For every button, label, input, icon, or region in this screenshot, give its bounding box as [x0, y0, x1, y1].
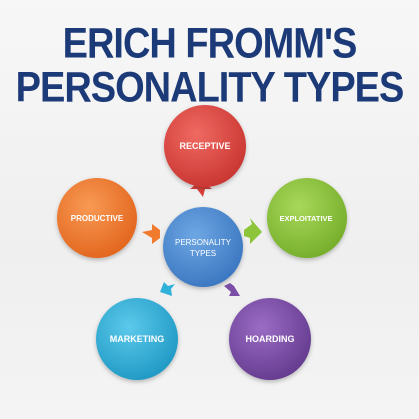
- arrow-to-exploitative: [244, 218, 262, 244]
- arrow-to-productive: [142, 224, 160, 244]
- node-hoarding-label: HOARDING: [246, 334, 295, 344]
- node-exploitative-label: EXPLOITATIVE: [279, 214, 332, 223]
- node-marketing: MARKETING: [96, 298, 178, 380]
- center-label-line-2: TYPES: [190, 249, 216, 258]
- node-receptive: RECEPTIVE: [164, 105, 246, 187]
- arrow-to-hoarding: [224, 283, 240, 296]
- node-exploitative: EXPLOITATIVE: [267, 178, 347, 258]
- node-receptive-label: RECEPTIVE: [179, 141, 230, 151]
- node-productive: PRODUCTIVE: [57, 178, 137, 258]
- node-productive-label: PRODUCTIVE: [71, 214, 124, 223]
- node-hoarding: HOARDING: [229, 298, 311, 380]
- node-center-circle: [163, 207, 243, 287]
- node-marketing-label: MARKETING: [110, 334, 165, 344]
- node-center: PERSONALITY TYPES: [163, 207, 243, 287]
- personality-types-diagram: RECEPTIVE EXPLOITATIVE PRODUCTIVE MARKET…: [57, 105, 347, 380]
- center-label-line-1: PERSONALITY: [175, 238, 232, 247]
- arrow-to-marketing: [160, 282, 175, 296]
